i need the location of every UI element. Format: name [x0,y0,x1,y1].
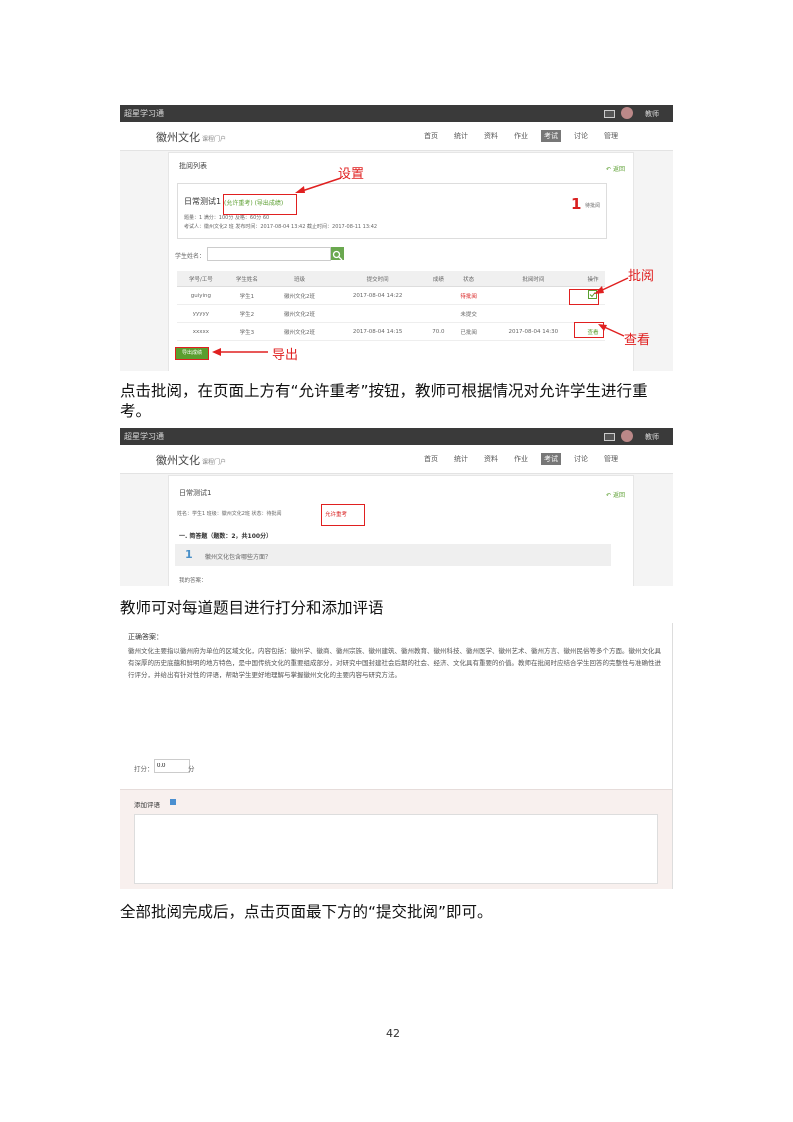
nav-manage[interactable]: 管理 [601,453,621,465]
arrow-icon [598,324,625,337]
col-status: 状态 [451,271,486,287]
exam-title: 日常测试1 [184,197,222,206]
comment-textarea[interactable] [134,814,658,884]
question-row: 1 徽州文化包含哪些方面？ [175,544,611,566]
search-label: 学生姓名： [175,253,206,260]
arrow-icon [295,177,342,193]
back-link[interactable]: ↶ 返回 [606,164,625,173]
col-submit-time: 提交时间 [330,271,426,287]
exam-meta-2: 考试人：徽州文化2 班 发布时间：2017-08-04 13:42 截止时间：2… [184,224,378,230]
exam-title: 日常测试1 [179,489,212,497]
comment-label: 添加评语 [134,801,160,809]
col-id: 学号/工号 [177,271,225,287]
nav-stats[interactable]: 统计 [451,130,471,142]
instruction-text-3: 全部批阅完成后，点击页面最下方的“提交批阅”即可。 [120,903,493,921]
screenshot-review-list: 超星学习通 教师 徽州文化 课程门户 首页 统计 资料 作业 考试 讨论 管理 批… [120,105,673,371]
exam-review-panel: 日常测试1 ↶ 返回 姓名：学生1 班级：徽州文化2班 状态：待批阅 允许重考 … [168,475,634,586]
nav-stats[interactable]: 统计 [451,453,471,465]
answer-text: 徽州文化主要指以徽州府为单位的区域文化，内容包括：徽州学、徽商、徽州宗族、徽州建… [128,647,661,679]
student-table: 学号/工号 学生姓名 班级 提交时间 成绩 状态 批阅时间 操作 guiying… [177,271,605,341]
table-header: 学号/工号 学生姓名 班级 提交时间 成绩 状态 批阅时间 操作 [177,271,605,287]
comment-section: 添加评语 [120,789,672,889]
back-link[interactable]: ↶ 返回 [606,490,625,499]
answer-label: 我的答案： [179,578,207,584]
pending-label: 待批阅 [585,203,601,209]
arrow-icon [212,348,268,356]
question-number: 1 [185,548,193,561]
score-label: 打分： [134,765,154,773]
nav-exam[interactable]: 考试 [541,453,561,465]
course-title[interactable]: 徽州文化 课程门户 [156,452,226,468]
course-header: 徽州文化 课程门户 首页 统计 资料 作业 考试 讨论 管理 [120,122,673,151]
status-badge: 已批阅 [451,322,486,341]
table-row: xxxxx 学生3 徽州文化2班 2017-08-04 14:15 70.0 已… [177,322,605,341]
screenshot-grading: 正确答案： 徽州文化主要指以徽州府为单位的区域文化，内容包括：徽州学、徽商、徽州… [120,623,673,889]
answer-title: 正确答案： [128,633,163,641]
avatar[interactable] [621,107,633,119]
instruction-text-2: 教师可对每道题目进行打分和添加评语 [120,599,384,617]
retake-highlight [321,504,365,526]
user-name[interactable]: 教师 [645,432,659,442]
top-bar: 超星学习通 教师 [120,428,673,445]
col-score: 成绩 [425,271,452,287]
instruction-text-1: 点击批阅，在页面上方有“允许重考”按钮，教师可根据情况对允许学生进行重考。 [120,382,648,420]
nav-home[interactable]: 首页 [421,130,441,142]
table-row: yyyyy 学生2 徽州文化2班 未提交 [177,304,605,323]
course-nav: 首页 统计 资料 作业 考试 讨论 管理 [421,453,621,465]
mail-icon[interactable] [604,110,615,118]
app-logo: 超星学习通 [124,109,164,118]
search-button[interactable] [331,247,344,261]
annot-view: 查看 [624,333,651,348]
nav-discussion[interactable]: 讨论 [571,453,591,465]
section-heading: 一. 简答题（题数：2，共100分） [179,533,273,540]
nav-manage[interactable]: 管理 [601,130,621,142]
exam-meta-1: 题量：1 满分：100分 及格：60分 60 [184,215,270,221]
comment-checkbox[interactable] [170,799,176,805]
annot-export: 导出 [272,348,299,363]
table-row: guiying 学生1 徽州文化2班 2017-08-04 14:22 待批阅 [177,286,605,305]
col-review-time: 批阅时间 [485,271,581,287]
nav-resources[interactable]: 资料 [481,453,501,465]
nav-home[interactable]: 首页 [421,453,441,465]
status-badge: 未提交 [451,304,486,323]
export-button[interactable]: 导出成绩 [175,347,209,360]
nav-homework[interactable]: 作业 [511,453,531,465]
annot-review: 批阅 [628,269,655,284]
course-nav: 首页 统计 资料 作业 考试 讨论 管理 [421,130,621,142]
page-number: 42 [386,1027,400,1040]
arrow-icon [594,277,629,294]
col-name: 学生姓名 [224,271,270,287]
score-unit: 分 [188,765,195,773]
app-logo: 超星学习通 [124,432,164,441]
user-name[interactable]: 教师 [645,109,659,119]
nav-discussion[interactable]: 讨论 [571,130,591,142]
panel-title: 批阅列表 [179,162,207,170]
pending-count: 1 [571,195,582,213]
search-icon [332,250,343,261]
review-panel: 批阅列表 ↶ 返回 日常测试1 (允许重考) (导出成绩) 题量：1 满分：10… [168,152,634,371]
col-class: 班级 [269,271,331,287]
mail-icon[interactable] [604,433,615,441]
status-badge: 待批阅 [451,286,486,305]
question-text: 徽州文化包含哪些方面？ [205,554,272,561]
score-input[interactable] [154,759,190,773]
avatar[interactable] [621,430,633,442]
nav-resources[interactable]: 资料 [481,130,501,142]
exam-info: 姓名：学生1 班级：徽州文化2班 状态：待批阅 [177,511,282,517]
screenshot-exam-review: 超星学习通 教师 徽州文化 课程门户 首页 统计 资料 作业 考试 讨论 管理 日… [120,428,673,586]
nav-exam[interactable]: 考试 [541,130,561,142]
search-input[interactable] [207,247,331,261]
top-bar: 超星学习通 教师 [120,105,673,122]
nav-homework[interactable]: 作业 [511,130,531,142]
setting-highlight [223,194,297,215]
course-header: 徽州文化 课程门户 首页 统计 资料 作业 考试 讨论 管理 [120,445,673,474]
course-title[interactable]: 徽州文化 课程门户 [156,129,226,145]
